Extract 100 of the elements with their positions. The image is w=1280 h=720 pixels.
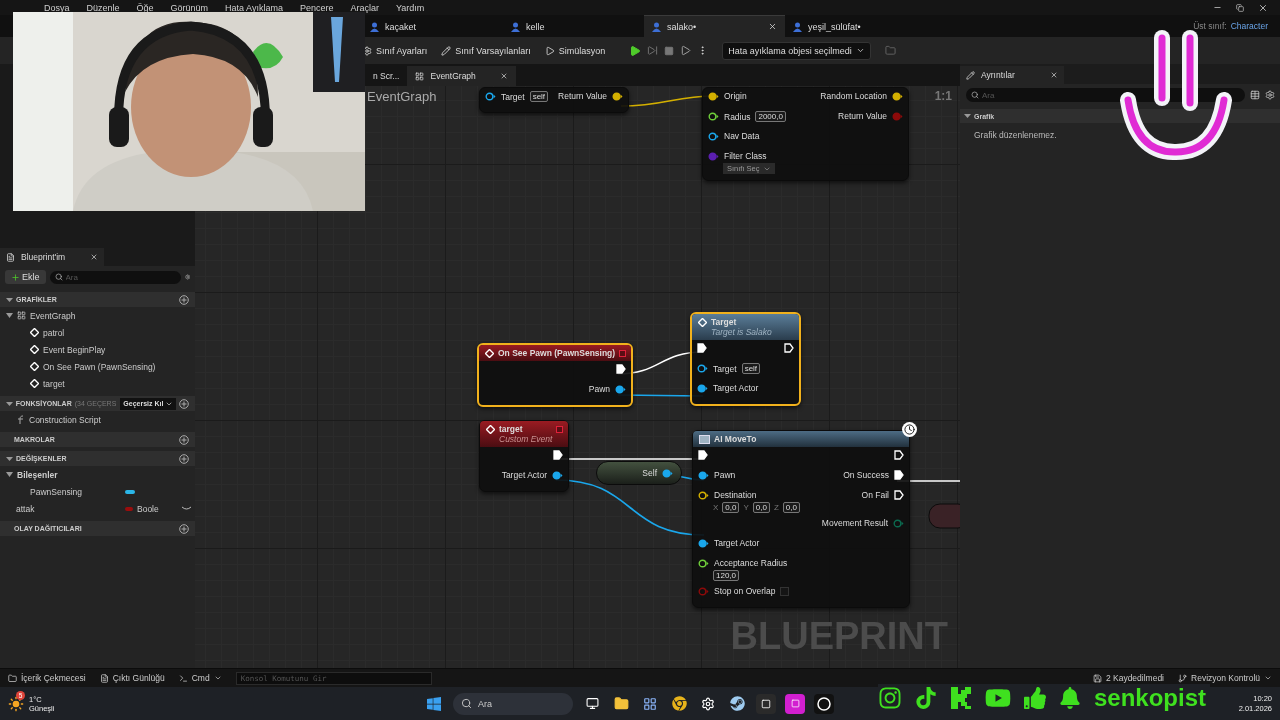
menu-item[interactable]: Öğe	[136, 2, 154, 13]
data-pin[interactable]	[698, 490, 709, 500]
close-icon[interactable]	[1258, 2, 1268, 13]
menu-item[interactable]: Dosya	[44, 2, 70, 13]
checkbox[interactable]	[780, 586, 790, 596]
tree-item[interactable]: On See Pawn (PawnSensing)	[43, 361, 156, 372]
graph-tab[interactable]: EventGraph	[407, 66, 516, 86]
expand-arrow-icon[interactable]	[6, 455, 13, 462]
play-icon[interactable]	[629, 44, 642, 57]
data-pin[interactable]	[697, 364, 708, 373]
graph-tab[interactable]: n Scr...	[365, 66, 408, 86]
delegate-pin[interactable]	[619, 350, 626, 357]
data-pin[interactable]	[615, 384, 626, 394]
tree-item[interactable]: Construction Script	[29, 414, 101, 425]
tree-item[interactable]: attak	[16, 503, 35, 514]
eye-icon[interactable]	[182, 506, 191, 511]
data-pin[interactable]	[485, 92, 496, 101]
search-field[interactable]: Ara	[49, 270, 181, 284]
data-pin[interactable]	[697, 383, 708, 393]
data-pin[interactable]	[698, 538, 709, 548]
exec-pin[interactable]	[553, 450, 563, 460]
exec-pin[interactable]	[616, 364, 626, 374]
close-icon[interactable]	[90, 253, 98, 261]
expand-arrow-icon[interactable]	[6, 296, 13, 303]
add-button[interactable]: Ekle	[5, 270, 46, 284]
graph-node[interactable]: Target Target is Salako Target self Target Actor	[690, 312, 801, 406]
expand-arrow-icon[interactable]	[964, 113, 971, 119]
revision-control-button[interactable]: Revizyon Kontrolü	[1178, 673, 1272, 683]
add-icon[interactable]	[179, 434, 189, 445]
menu-item[interactable]: Yardım	[396, 2, 425, 13]
play-icon[interactable]	[680, 45, 692, 56]
taskbar-search[interactable]: Ara	[453, 692, 573, 715]
panel-tab[interactable]: Ayrıntılar	[960, 66, 1064, 84]
cmd-select[interactable]: Cmd	[178, 673, 222, 683]
graph-node[interactable]: Target self Return Value	[479, 87, 629, 113]
launcher-icon[interactable]	[756, 693, 776, 714]
value-field[interactable]: self	[529, 91, 549, 102]
app-icon[interactable]	[785, 693, 805, 714]
exec-pin[interactable]	[697, 343, 707, 353]
data-pin[interactable]	[552, 470, 563, 480]
panel-tab[interactable]: Blueprint'im	[0, 248, 104, 266]
data-pin[interactable]	[612, 91, 623, 101]
steam-icon[interactable]	[727, 693, 747, 714]
data-pin[interactable]	[708, 112, 719, 121]
settings-icon[interactable]	[184, 272, 190, 282]
value-field[interactable]: 0,0	[722, 502, 740, 513]
data-pin[interactable]	[708, 91, 719, 101]
asset-tab[interactable]: kaçaket	[362, 15, 503, 37]
expand-arrow-icon[interactable]	[6, 471, 13, 478]
parent-class-link[interactable]: Character	[1230, 21, 1268, 31]
add-icon[interactable]	[179, 523, 189, 534]
data-pin[interactable]	[698, 558, 709, 568]
expand-arrow-icon[interactable]	[6, 312, 13, 319]
step-icon[interactable]	[647, 45, 659, 56]
close-icon[interactable]	[1050, 71, 1058, 79]
settings-icon[interactable]	[1265, 90, 1275, 100]
unsaved-button[interactable]: 2 Kaydedilmedi	[1092, 673, 1164, 683]
value-field[interactable]: self	[741, 363, 761, 374]
graph-node[interactable]: target Custom Event Target Actor	[479, 420, 569, 492]
exec-pin[interactable]	[894, 450, 904, 460]
exec-pin[interactable]	[894, 490, 904, 500]
graph-canvas[interactable]	[195, 86, 960, 668]
menu-item[interactable]: Araçlar	[350, 2, 379, 13]
tree-item[interactable]: EventGraph	[30, 310, 76, 321]
menu-item[interactable]: Düzenle	[86, 2, 120, 13]
data-pin[interactable]	[662, 468, 673, 478]
toolbar-button[interactable]: Sınıf Ayarları	[362, 45, 428, 56]
close-icon[interactable]	[499, 72, 508, 80]
exec-pin[interactable]	[894, 470, 904, 480]
data-pin[interactable]	[892, 91, 903, 101]
menu-item[interactable]: Pencere	[299, 2, 334, 13]
tree-item[interactable]: Bileşenler	[17, 469, 58, 480]
exec-pin[interactable]	[698, 450, 708, 460]
chrome-icon[interactable]	[669, 693, 689, 714]
asset-tab[interactable]: yeşil_sülüfat•	[785, 15, 926, 37]
engine-icon[interactable]	[814, 693, 834, 714]
tree-item[interactable]: Event BeginPlay	[43, 344, 106, 355]
add-icon[interactable]	[179, 453, 189, 464]
value-field[interactable]: 2000,0	[755, 111, 786, 122]
tree-item[interactable]: target	[43, 378, 65, 389]
self-reference-node[interactable]: Self	[596, 461, 682, 485]
table-icon[interactable]	[1250, 90, 1260, 100]
data-pin[interactable]	[698, 470, 709, 480]
toolbar-button[interactable]: Sınıf Varsayılanları	[441, 45, 531, 56]
value-field[interactable]: 0,0	[782, 502, 800, 513]
toolbar-button[interactable]: Simülasyon	[544, 45, 606, 56]
asset-tab[interactable]: kelle	[503, 15, 644, 37]
restore-icon[interactable]	[1236, 3, 1244, 12]
tree-item[interactable]: PawnSensing	[30, 486, 82, 497]
output-log-button[interactable]: Çıktı Günlüğü	[99, 673, 165, 683]
menu-item[interactable]: Hata Ayıklama	[225, 2, 283, 13]
value-field[interactable]: 0,0	[752, 502, 770, 513]
graph-node[interactable]	[928, 503, 960, 529]
debug-object-select[interactable]: Hata ayıklama objesi seçilmedi	[722, 41, 871, 60]
tree-item[interactable]: patrol	[43, 327, 65, 338]
menu-item[interactable]: Görünüm	[170, 2, 209, 13]
asset-tab[interactable]: salako•	[644, 15, 785, 37]
expand-arrow-icon[interactable]	[6, 400, 13, 407]
content-drawer-button[interactable]: İçerik Çekmecesi	[8, 673, 86, 683]
add-icon[interactable]	[179, 398, 189, 409]
